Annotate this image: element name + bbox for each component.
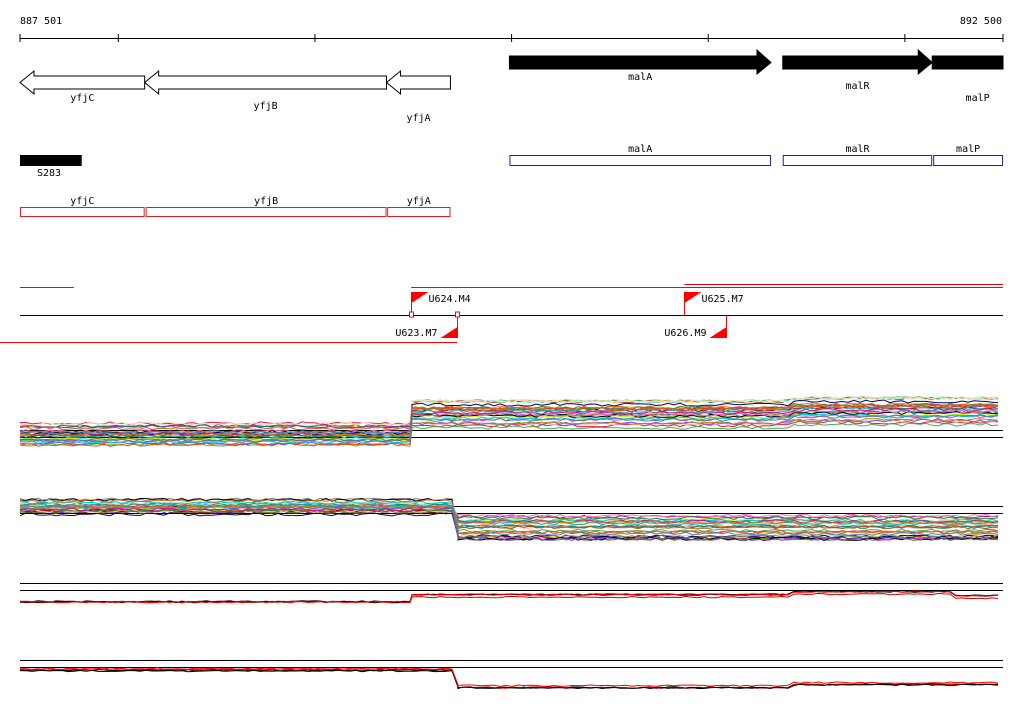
transcript-malP-box[interactable] <box>933 155 1004 166</box>
transcript-malR-label: malR <box>845 144 870 155</box>
expression-panel-1 <box>19 396 1003 447</box>
flag-anchor <box>455 311 460 318</box>
flag-U626.M9-marker[interactable] <box>709 327 727 338</box>
flag-U623.M7-label: U623.M7 <box>395 328 437 339</box>
ruler-end-label: 892 500 <box>960 16 1002 27</box>
expression-panels <box>19 396 1003 690</box>
transcript-yfjB-label: yfjB <box>254 196 278 207</box>
ruler: 887 501 892 500 <box>19 16 1004 42</box>
transcript-track-plus: malA malR malP <box>509 144 1004 166</box>
gene-malA-arrow[interactable] <box>508 48 772 76</box>
gene-yfjA-arrow[interactable] <box>385 69 451 96</box>
expression-panel-4 <box>19 660 1003 690</box>
gene-track: yfjC yfjB yfjA malA malR malP <box>19 48 1004 124</box>
flag-U625.M7-label: U625.M7 <box>702 294 744 305</box>
transcript-yfjA-label: yfjA <box>407 196 431 207</box>
feature-label: S283 <box>37 168 61 179</box>
gene-yfjA-label: yfjA <box>406 113 430 124</box>
transcript-yfjB-box[interactable] <box>145 207 387 217</box>
gene-yfjB-label: yfjB <box>254 101 278 112</box>
transcript-malA-box[interactable] <box>509 155 771 166</box>
segment-track <box>0 284 1003 343</box>
flag-U624.M4-marker[interactable] <box>411 292 429 303</box>
transcript-yfjA-box[interactable] <box>387 207 451 217</box>
expression-trace <box>19 396 999 436</box>
ruler-start-label: 887 501 <box>20 16 62 27</box>
flag-U625.M7-marker[interactable] <box>684 292 702 303</box>
expression-panel-3 <box>19 583 1003 604</box>
gene-yfjC-arrow[interactable] <box>19 69 146 96</box>
gene-yfjC-label: yfjC <box>70 93 94 104</box>
gene-malP-arrow[interactable] <box>931 55 1004 70</box>
flag-anchor <box>409 311 414 318</box>
transcript-malA-label: malA <box>628 144 652 155</box>
gene-malR-arrow[interactable] <box>782 48 933 76</box>
gene-malR-label: malR <box>845 81 870 92</box>
expression-panel-2 <box>19 497 1003 542</box>
gene-yfjB-arrow[interactable] <box>143 69 388 96</box>
gene-malP-label: malP <box>966 93 990 104</box>
transcript-malP-label: malP <box>956 144 980 155</box>
feature-bar[interactable] <box>20 155 82 166</box>
transcript-malR-box[interactable] <box>782 155 933 166</box>
gene-malA-label: malA <box>628 72 652 83</box>
genome-browser: 887 501 892 500 yfjC yfjB yfjA malA malR malP… <box>0 16 1004 690</box>
flag-U623.M7-marker[interactable] <box>440 327 458 338</box>
feature-track: S283 <box>20 155 82 179</box>
transcript-yfjC-box[interactable] <box>20 207 145 217</box>
transcript-track-minus: yfjC yfjB yfjA <box>20 196 451 217</box>
flag-U624.M4-label: U624.M4 <box>429 294 471 305</box>
transcript-yfjC-label: yfjC <box>70 196 94 207</box>
flag-U626.M9-label: U626.M9 <box>664 328 706 339</box>
